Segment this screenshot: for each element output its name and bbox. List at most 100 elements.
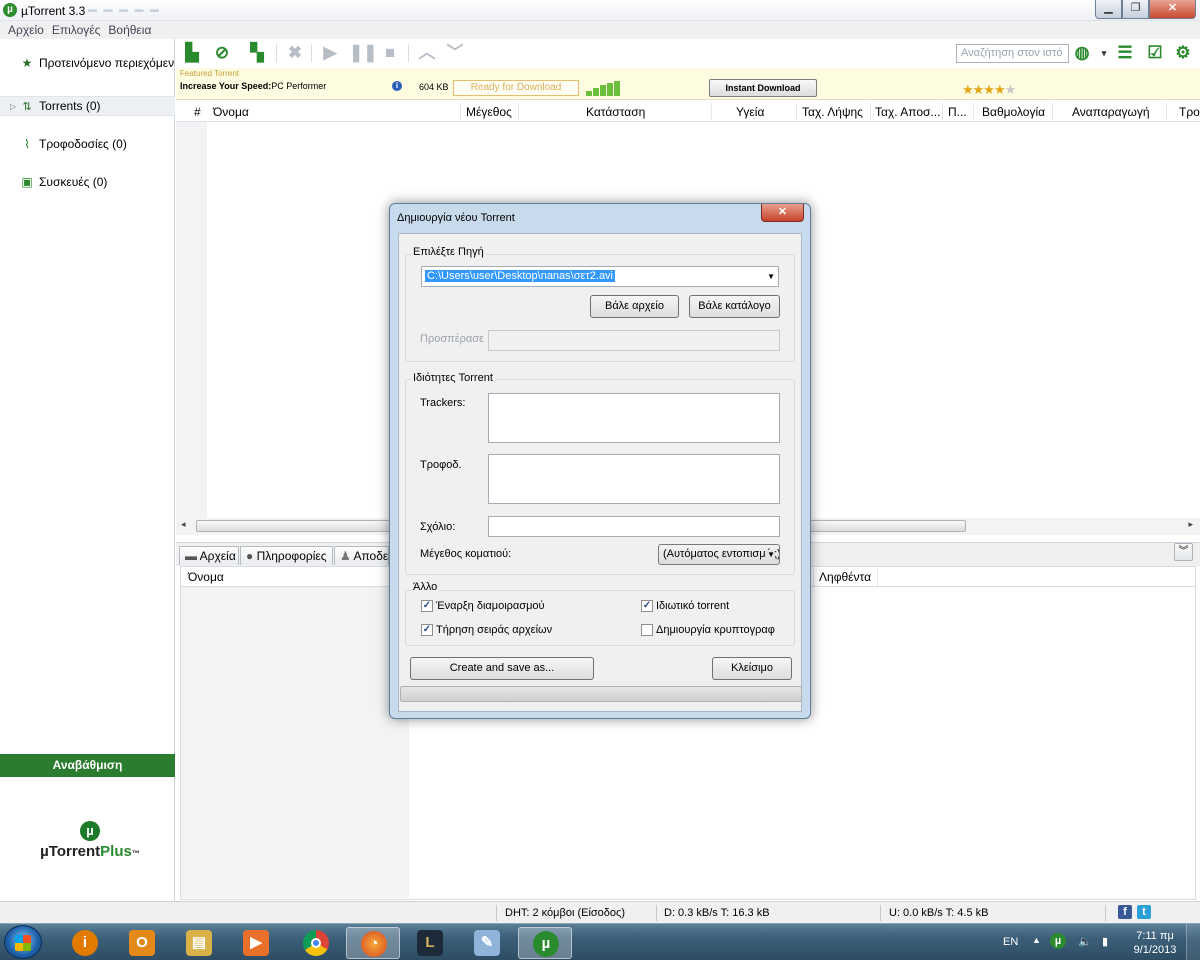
maximize-button[interactable]: ❐ [1122, 0, 1149, 19]
utorrent-plus-logo[interactable]: µ µTorrentPlus™ [35, 821, 145, 860]
comment-input[interactable] [488, 516, 780, 537]
col-number[interactable]: # [194, 105, 201, 119]
taskbar-app-explorer[interactable]: ▤ [172, 927, 226, 959]
checkbox-check-icon[interactable]: ✓ [421, 600, 433, 612]
sidebar-item-torrents[interactable]: ▷ ⇅ Torrents (0) [0, 96, 175, 116]
col-name[interactable]: Όνομα [213, 105, 249, 119]
tab-info[interactable]: ● Πληροφορίες [240, 546, 333, 565]
featured-bar: Featured Torrent Increase Your Speed:PC … [176, 68, 1200, 100]
move-up-icon[interactable]: ︿ [416, 43, 438, 63]
dialog-close-icon[interactable]: ✕ [761, 204, 804, 222]
checkbox-check-icon[interactable]: ✓ [641, 600, 653, 612]
sidebar-item-feeds[interactable]: ⌇ Τροφοδοσίες (0) [0, 134, 175, 154]
chevron-down-icon[interactable]: ▾ [1093, 43, 1115, 63]
close-button[interactable]: ✕ [1149, 0, 1196, 19]
info-icon[interactable]: i [392, 81, 402, 91]
pause-icon[interactable]: ❚❚ [349, 43, 378, 63]
add-torrent-icon[interactable]: ▙ [181, 43, 203, 63]
feeds-textarea[interactable] [488, 454, 780, 504]
language-indicator[interactable]: EN [1003, 936, 1018, 948]
start-seeding-checkbox[interactable]: ✓ Έναρξη διαμοιρασμού [421, 600, 545, 612]
stop-icon[interactable]: ■ [379, 43, 401, 63]
create-torrent-icon[interactable]: ▚ [246, 43, 268, 63]
col-priority[interactable]: Π... [948, 105, 967, 119]
taskbar-app-chrome[interactable] [289, 927, 343, 959]
skip-files-input[interactable] [488, 330, 780, 351]
files-col-downloaded[interactable]: Ληφθέντα [819, 570, 871, 584]
tab-files[interactable]: ▬ Αρχεία [179, 546, 239, 565]
taskbar-app-league[interactable]: L [403, 927, 457, 959]
chevron-down-icon[interactable]: ▼ [765, 550, 775, 559]
taskbar-app-info[interactable]: i [58, 927, 112, 959]
menu-options[interactable]: Επιλογές [48, 21, 105, 39]
files-col-name[interactable]: Όνομα [188, 570, 224, 584]
col-status[interactable]: Κατάσταση [586, 105, 645, 119]
move-down-icon[interactable]: ﹀ [444, 43, 466, 63]
volume-icon[interactable]: 🔈 [1078, 935, 1092, 948]
status-upload[interactable]: U: 0.0 kB/s T: 4.5 kB [889, 907, 988, 919]
col-size[interactable]: Μέγεθος [466, 105, 512, 119]
preserve-order-checkbox[interactable]: ✓ Τήρηση σειράς αρχείων [421, 624, 552, 636]
search-input[interactable]: Αναζήτηση στον ιστό [956, 44, 1069, 63]
menu-file[interactable]: Αρχείο [4, 21, 48, 39]
taskbar-app-utorrent[interactable]: µ [518, 927, 572, 959]
taskbar-app-firefox[interactable]: ◔ [346, 927, 400, 959]
source-path-combo[interactable]: C:\Users\user\Desktop\nanas\σετ2.avi ▼ [421, 266, 779, 287]
start-icon[interactable]: ▶ [319, 43, 341, 63]
add-url-icon[interactable]: ⊘ [211, 43, 233, 63]
add-folder-button[interactable]: Βάλε κατάλογο [689, 295, 780, 318]
minimize-button[interactable]: ▁ [1095, 0, 1122, 19]
encrypted-checkbox[interactable]: Δημιουργία κρυπτογραφ [641, 624, 775, 636]
folder-explorer-icon: ▤ [186, 930, 212, 956]
remove-icon[interactable]: ✖ [284, 43, 306, 63]
status-download[interactable]: D: 0.3 kB/s T: 16.3 kB [664, 907, 770, 919]
col-rating[interactable]: Βαθμολογία [982, 105, 1045, 119]
upgrade-button[interactable]: Αναβάθμιση [0, 754, 175, 777]
show-desktop-button[interactable] [1186, 924, 1200, 960]
peers-icon: ♟ [340, 549, 351, 563]
col-down-speed[interactable]: Ταχ. Λήψης [802, 105, 863, 119]
checkbox-check-icon[interactable]: ✓ [421, 624, 433, 636]
col-playback[interactable]: Αναπαραγωγή [1072, 105, 1150, 119]
trackers-textarea[interactable] [488, 393, 780, 443]
status-dht[interactable]: DHT: 2 κόμβοι (Είσοδος) [505, 907, 625, 919]
clock-date: 9/1/2013 [1133, 944, 1177, 956]
dialog-close-button[interactable]: Κλείσιμο [712, 657, 792, 680]
create-and-save-button[interactable]: Create and save as... [410, 657, 594, 680]
start-button[interactable] [4, 925, 42, 959]
remote-icon[interactable]: ☑ [1144, 43, 1166, 63]
add-file-button[interactable]: Βάλε αρχείο [590, 295, 679, 318]
col-extra[interactable]: Τρο [1179, 105, 1200, 119]
collapse-panel-icon[interactable]: ︾ [1174, 543, 1193, 561]
taskbar-app-media[interactable]: ▶ [229, 927, 283, 959]
menu-help[interactable]: Βοήθεια [104, 21, 155, 39]
sidebar-item-devices[interactable]: ▣ Συσκευές (0) [0, 172, 175, 192]
instant-download-button[interactable]: Instant Download [709, 79, 817, 97]
col-health[interactable]: Υγεία [736, 105, 764, 119]
twitter-icon[interactable]: t [1137, 905, 1151, 919]
network-error-icon[interactable]: ▮ [1102, 935, 1108, 948]
source-group-label: Επιλέξτε Πηγή [411, 246, 486, 258]
facebook-icon[interactable]: f [1118, 905, 1132, 919]
piece-size-select[interactable]: (Αυτόματος εντοπισμός) ▼ [658, 544, 780, 565]
tray-expand-icon[interactable]: ▲ [1032, 935, 1041, 945]
taskbar-app-paint[interactable]: ✎ [460, 927, 514, 959]
list-view-icon[interactable]: ☰ [1114, 43, 1136, 63]
col-up-speed[interactable]: Ταχ. Αποσ... [875, 105, 940, 119]
private-torrent-checkbox[interactable]: ✓ Ιδιωτικό torrent [641, 600, 729, 612]
checkbox-empty-icon[interactable] [641, 624, 653, 636]
sidebar-item-featured[interactable]: ★ Προτεινόμενο περιεχόμενο [0, 53, 175, 73]
scroll-right-icon[interactable]: ▸ [1188, 519, 1193, 530]
globe-search-icon[interactable]: ◍ [1071, 43, 1093, 63]
settings-gear-icon[interactable]: ⚙ [1172, 43, 1194, 63]
rss-icon: ⌇ [24, 137, 30, 151]
clock[interactable]: 7:11 πμ 9/1/2013 [1130, 929, 1180, 957]
featured-title[interactable]: Increase Your Speed:PC Performer [180, 81, 326, 91]
tab-peers[interactable]: ♟ Αποδε [334, 546, 389, 565]
chevron-down-icon[interactable]: ▼ [767, 272, 775, 281]
taskbar-app-outlook[interactable]: O [115, 927, 169, 959]
scroll-left-icon[interactable]: ◂ [181, 519, 186, 530]
utorrent-tray-icon[interactable]: µ [1050, 933, 1066, 949]
title-ghost-text: ▬ ▬ ▬ ▬ ▬ [88, 4, 162, 14]
expand-arrow-icon[interactable]: ▷ [10, 102, 16, 111]
